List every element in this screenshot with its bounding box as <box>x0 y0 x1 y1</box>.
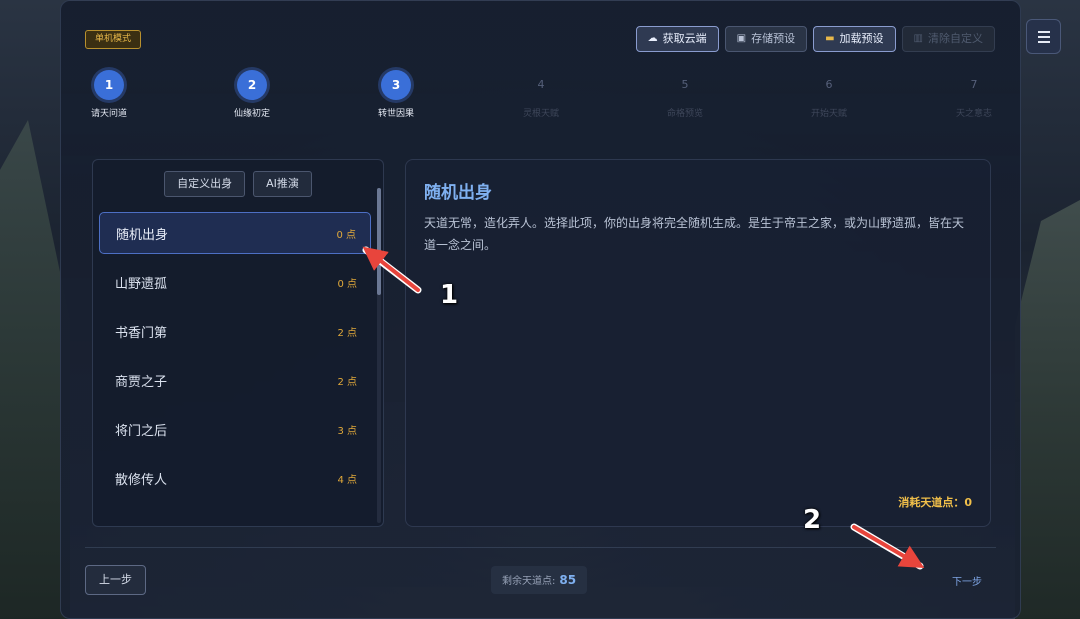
step-6-number: 6 <box>825 78 833 91</box>
origin-points: 0 点 <box>336 229 356 241</box>
origin-points: 3 点 <box>337 425 357 437</box>
step-3-number: 3 <box>381 70 411 100</box>
annotation-number-1: 1 <box>440 280 459 310</box>
origin-points: 2 点 <box>337 376 357 388</box>
step-2-label: 仙缘初定 <box>233 109 270 119</box>
origin-list-card: 自定义出身 AI推演 随机出身 0 点 山野遗孤 0 点 书香门第 2 点 商贾… <box>92 159 384 527</box>
step-5: 5 命格预览 <box>635 70 735 119</box>
origin-points: 4 点 <box>337 474 357 486</box>
origin-list-scrollbar-thumb[interactable] <box>377 188 381 295</box>
tab-ai-deduce[interactable]: AI推演 <box>253 171 312 197</box>
cloud-icon: ☁ <box>647 33 658 44</box>
step-1-number: 1 <box>94 70 124 100</box>
load-preset-label: 加载预设 <box>839 32 884 45</box>
clear-custom-label: 清除自定义 <box>928 32 983 45</box>
save-preset-label: 存储预设 <box>751 32 796 45</box>
menu-icon-bar <box>1037 40 1050 43</box>
menu-icon-bar <box>1037 35 1050 38</box>
main-panel: 单机模式 ☁ 获取云端 ▣ 存储预设 ▬ 加载预设 ▥ 清除自定义 1 请天问道… <box>60 0 1021 619</box>
step-5-number: 5 <box>681 78 689 91</box>
footer-divider <box>85 547 996 548</box>
save-preset-button[interactable]: ▣ 存储预设 <box>724 26 808 52</box>
folder-icon: ▬ <box>825 33 835 44</box>
step-5-label: 命格预览 <box>666 109 703 119</box>
step-progress: 1 请天问道 2 仙缘初定 3 转世因果 4 灵根天赋 5 命格预览 6 开始天… <box>61 70 1022 120</box>
step-6-label: 开始天赋 <box>810 109 847 119</box>
origin-name: 散修传人 <box>115 472 168 488</box>
origin-item-scholar[interactable]: 书香门第 2 点 <box>99 310 371 352</box>
origin-list: 随机出身 0 点 山野遗孤 0 点 书香门第 2 点 商贾之子 2 点 将门之后… <box>99 212 371 506</box>
step-2-number: 2 <box>237 70 267 100</box>
detail-description: 天道无常，造化弄人。选择此项，你的出身将完全随机生成。是生于帝王之家，或为山野遗… <box>424 216 965 252</box>
remaining-points: 剩余天道点: 85 <box>491 566 588 594</box>
step-2[interactable]: 2 仙缘初定 <box>202 70 302 119</box>
step-7-label: 天之意志 <box>955 109 992 119</box>
origin-points: 0 点 <box>337 278 357 290</box>
origin-detail-card: 随机出身 天道无常，造化弄人。选择此项，你的出身将完全随机生成。是生于帝王之家，… <box>405 159 991 527</box>
remaining-points-value: 85 <box>559 573 577 587</box>
origin-name: 商贾之子 <box>115 374 168 390</box>
lock-icon: ▣ <box>736 33 747 44</box>
detail-title: 随机出身 <box>424 183 492 203</box>
origin-name: 山野遗孤 <box>115 276 168 292</box>
step-6: 6 开始天赋 <box>779 70 879 119</box>
step-4: 4 灵根天赋 <box>491 70 591 119</box>
step-7: 7 天之意志 <box>924 70 1024 119</box>
step-4-number: 4 <box>537 78 545 91</box>
step-4-label: 灵根天赋 <box>522 109 559 119</box>
menu-icon-bar <box>1037 30 1050 33</box>
tab-custom-origin[interactable]: 自定义出身 <box>164 171 246 197</box>
step-1-label: 请天问道 <box>90 109 127 119</box>
trash-icon: ▥ <box>913 33 923 44</box>
point-cost: 消耗天道点：0 <box>898 496 972 509</box>
origin-item-orphan[interactable]: 山野遗孤 0 点 <box>99 261 371 303</box>
cloud-fetch-button[interactable]: ☁ 获取云端 <box>635 26 719 52</box>
mode-badge: 单机模式 <box>85 30 142 49</box>
load-preset-button[interactable]: ▬ 加载预设 <box>813 26 896 52</box>
origin-tabs: 自定义出身 AI推演 <box>93 171 383 197</box>
cloud-fetch-label: 获取云端 <box>662 32 707 45</box>
hamburger-menu-button[interactable] <box>1026 19 1061 54</box>
origin-name: 书香门第 <box>115 325 168 341</box>
origin-name: 将门之后 <box>115 423 168 439</box>
clear-custom-button[interactable]: ▥ 清除自定义 <box>901 26 995 52</box>
annotation-number-2: 2 <box>803 505 822 535</box>
step-1[interactable]: 1 请天问道 <box>59 70 159 119</box>
next-step-button[interactable]: 下一步 <box>952 573 982 588</box>
step-3-label: 转世因果 <box>377 109 414 119</box>
origin-item-rogue-cultivator[interactable]: 散修传人 4 点 <box>99 457 371 499</box>
origin-points: 2 点 <box>337 327 357 339</box>
toolbar: ☁ 获取云端 ▣ 存储预设 ▬ 加载预设 ▥ 清除自定义 <box>635 26 995 52</box>
remaining-points-label: 剩余天道点: <box>502 576 556 587</box>
step-7-number: 7 <box>970 78 978 91</box>
origin-item-random[interactable]: 随机出身 0 点 <box>99 212 371 254</box>
origin-item-merchant[interactable]: 商贾之子 2 点 <box>99 359 371 401</box>
origin-item-general[interactable]: 将门之后 3 点 <box>99 408 371 450</box>
step-3[interactable]: 3 转世因果 <box>346 70 446 119</box>
prev-step-button[interactable]: 上一步 <box>85 565 146 595</box>
origin-name: 随机出身 <box>116 227 169 243</box>
